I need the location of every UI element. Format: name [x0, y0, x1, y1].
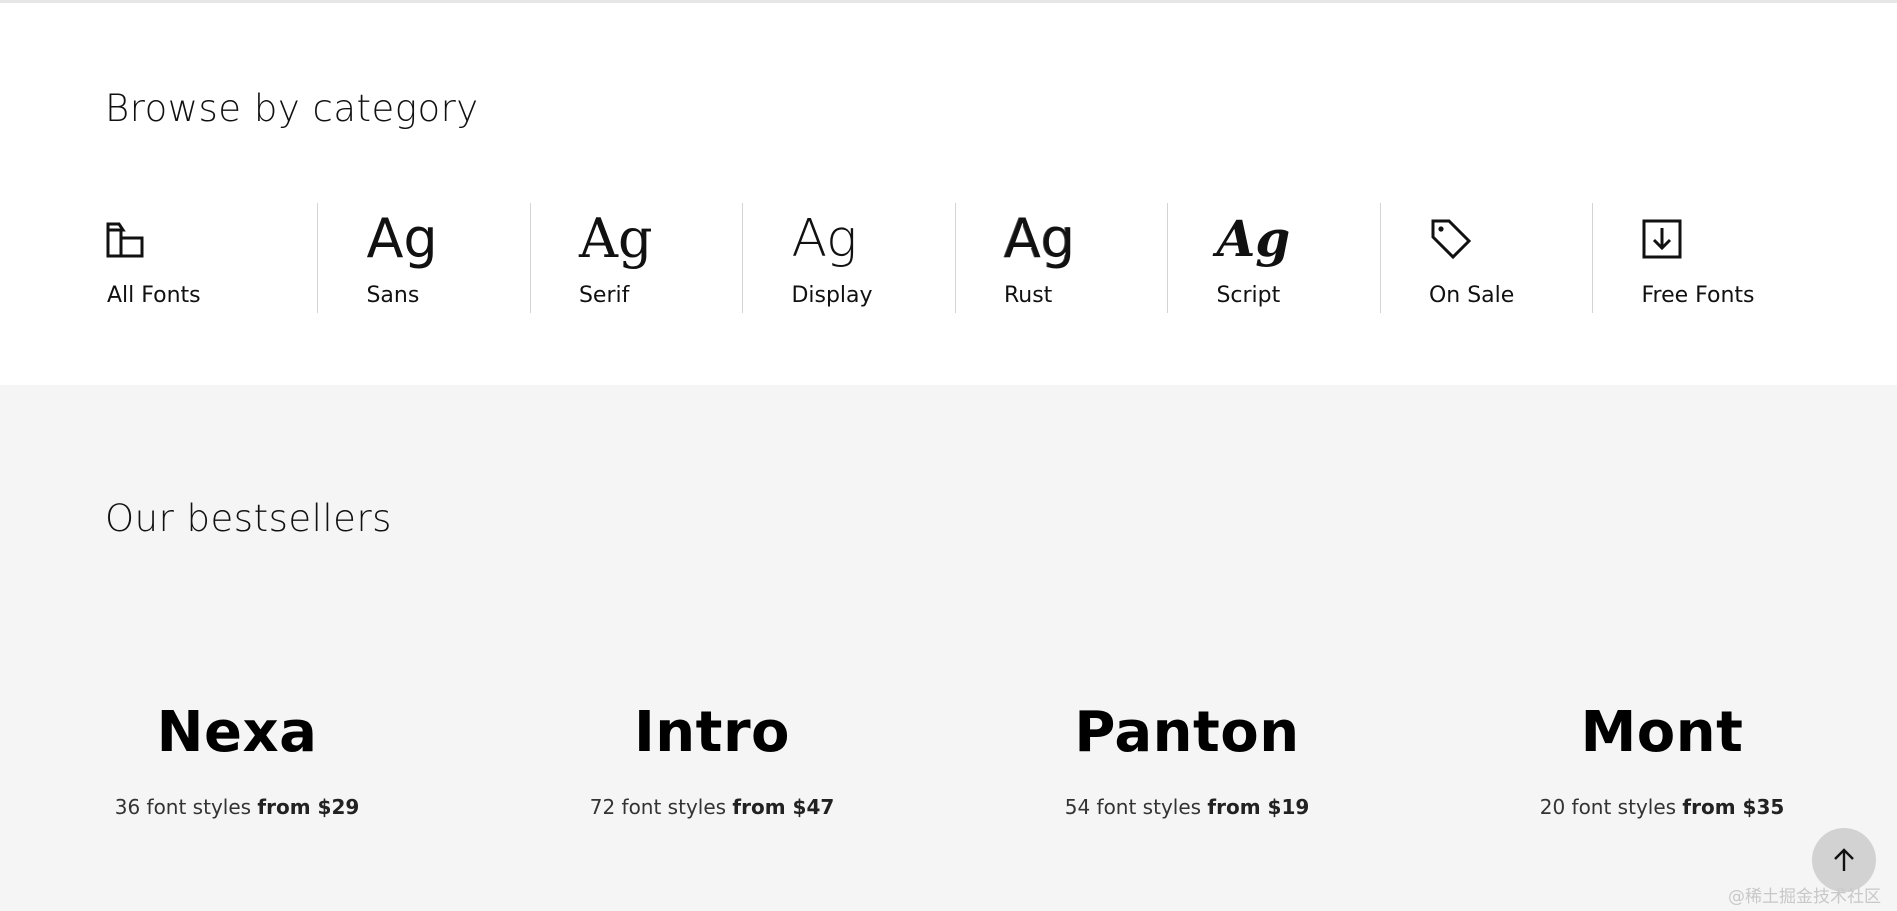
product-name: Mont — [1580, 700, 1744, 765]
category-label: On Sale — [1428, 283, 1515, 308]
product-name: Nexa — [156, 700, 318, 765]
category-free-fonts[interactable]: Free Fonts — [1592, 203, 1805, 313]
ag-display-icon: Ag — [791, 209, 857, 269]
product-card-intro[interactable]: Intro 72 font styles from $47 — [532, 700, 892, 820]
category-list: All Fonts Ag Sans Ag Serif Ag Display Ag… — [105, 203, 1805, 313]
product-meta: 54 font styles from $19 — [1007, 795, 1367, 819]
product-card-mont[interactable]: Mont 20 font styles from $35 — [1482, 700, 1842, 820]
browse-by-category-section: Browse by category All Fonts Ag Sans Ag … — [0, 3, 1897, 385]
product-styles: 36 font styles — [114, 795, 252, 819]
product-styles: 72 font styles — [589, 795, 727, 819]
category-label: Free Fonts — [1641, 283, 1755, 308]
product-styles: 54 font styles — [1064, 795, 1202, 819]
category-sans[interactable]: Ag Sans — [317, 203, 530, 313]
product-price: from $35 — [1682, 795, 1785, 819]
tag-icon — [1429, 211, 1529, 267]
product-price: from $47 — [732, 795, 835, 819]
category-label: Serif — [578, 283, 630, 308]
category-rust[interactable]: Ag Rust — [954, 203, 1168, 313]
category-label: Display — [791, 283, 873, 308]
ag-sans-icon: Ag — [366, 207, 438, 270]
arrow-up-icon — [1834, 848, 1854, 871]
folder-icon — [105, 211, 205, 267]
product-price: from $29 — [257, 795, 360, 819]
bestsellers-section: Our bestsellers Nexa 36 font styles from… — [0, 385, 1897, 911]
product-card-panton[interactable]: Panton 54 font styles from $19 — [1007, 700, 1367, 820]
category-label: Script — [1216, 283, 1281, 308]
watermark: @稀土掘金技术社区 — [1728, 887, 1881, 907]
category-on-sale[interactable]: On Sale — [1379, 203, 1593, 313]
category-label: Sans — [366, 283, 420, 308]
category-serif[interactable]: Ag Serif — [529, 203, 743, 313]
ag-script-icon: Ag — [1216, 209, 1291, 268]
product-card-nexa[interactable]: Nexa 36 font styles from $29 — [57, 700, 417, 820]
category-display[interactable]: Ag Display — [742, 203, 955, 313]
product-name: Intro — [633, 700, 791, 765]
bestsellers-section-title: Our bestsellers — [105, 497, 392, 540]
download-icon — [1641, 211, 1741, 267]
product-name: Panton — [1074, 700, 1300, 765]
product-meta: 72 font styles from $47 — [532, 795, 892, 819]
product-price: from $19 — [1207, 795, 1310, 819]
category-label: Rust — [1003, 283, 1053, 308]
product-styles: 20 font styles — [1539, 795, 1677, 819]
ag-rust-icon: Ag — [1003, 207, 1076, 270]
category-all-fonts[interactable]: All Fonts — [105, 203, 317, 313]
product-meta: 20 font styles from $35 — [1482, 795, 1842, 819]
category-script[interactable]: Ag Script — [1167, 203, 1380, 313]
product-meta: 36 font styles from $29 — [57, 795, 417, 819]
browse-section-title: Browse by category — [105, 87, 479, 130]
product-list: Nexa 36 font styles from $29 Intro 72 fo… — [0, 705, 1897, 845]
ag-serif-icon: Ag — [578, 207, 653, 270]
category-label: All Fonts — [107, 283, 201, 308]
